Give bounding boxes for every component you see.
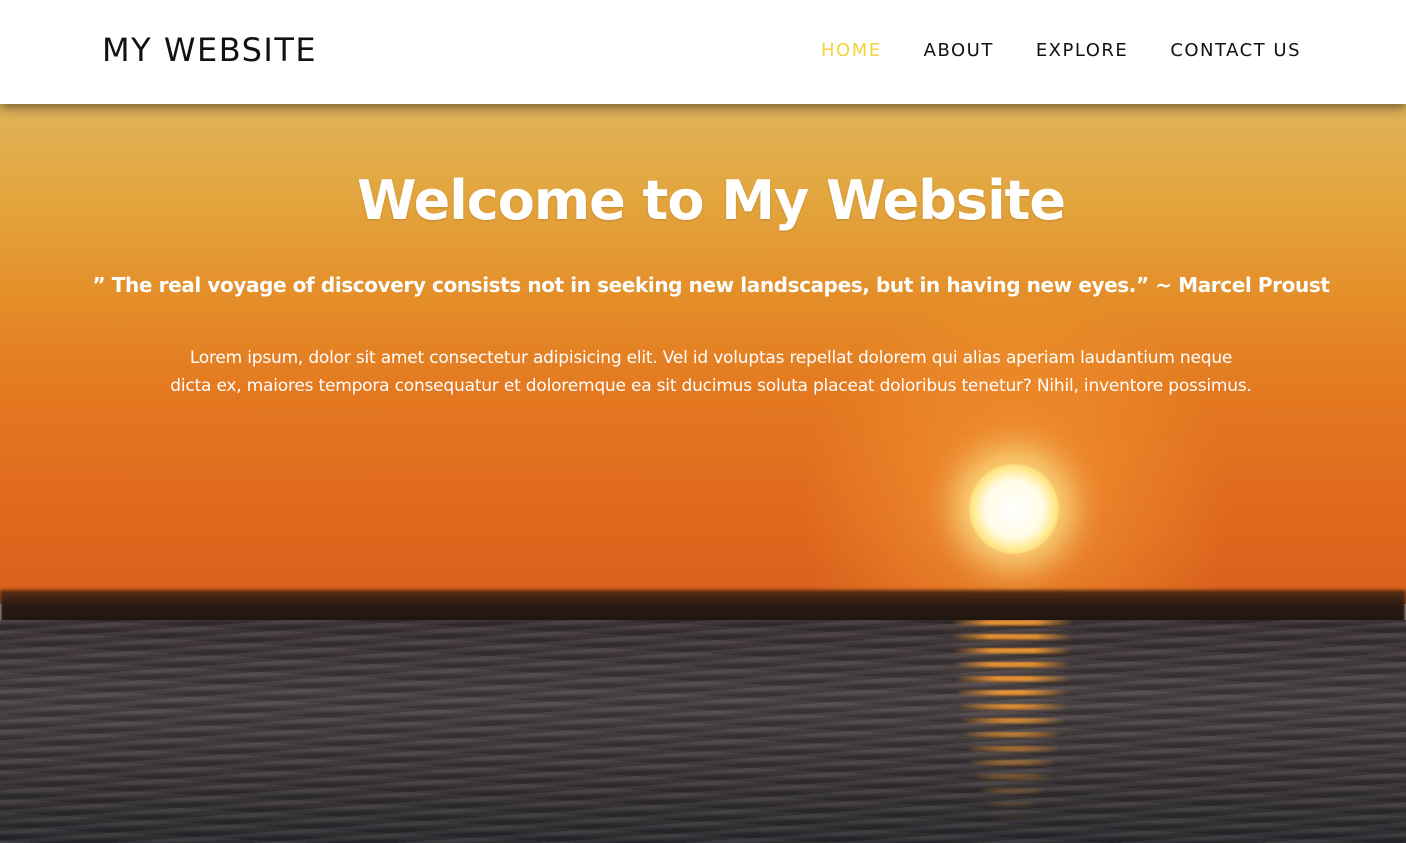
sun-reflection [930,620,1080,843]
nav-item-about: ABOUT [882,38,994,64]
hero-paragraph: Lorem ipsum, dolor sit amet consectetur … [170,348,1252,396]
nav-list: HOME ABOUT EXPLORE CONTACT US [779,38,1301,64]
nav-link-home[interactable]: HOME [821,38,882,64]
hero-quote: ” The real voyage of discovery consists … [92,273,1330,297]
page: MY WEBSITE HOME ABOUT EXPLORE CONTACT US [0,0,1406,843]
nav-item-home: HOME [779,38,882,64]
nav-link-explore[interactable]: EXPLORE [1036,38,1129,64]
hero-title: Welcome to My Website [356,169,1066,232]
nav-item-contact: CONTACT US [1128,38,1301,64]
nav-link-about[interactable]: ABOUT [924,38,994,64]
sun [969,464,1059,554]
sea-water [0,620,1406,843]
hero-section: Welcome to My Website ” The real voyage … [0,104,1406,843]
site-logo[interactable]: MY WEBSITE [102,30,317,70]
nav-link-contact-us[interactable]: CONTACT US [1170,38,1301,64]
nav-item-explore: EXPLORE [994,38,1129,64]
site-header: MY WEBSITE HOME ABOUT EXPLORE CONTACT US [0,0,1406,104]
horizon-treeline [0,590,1406,624]
